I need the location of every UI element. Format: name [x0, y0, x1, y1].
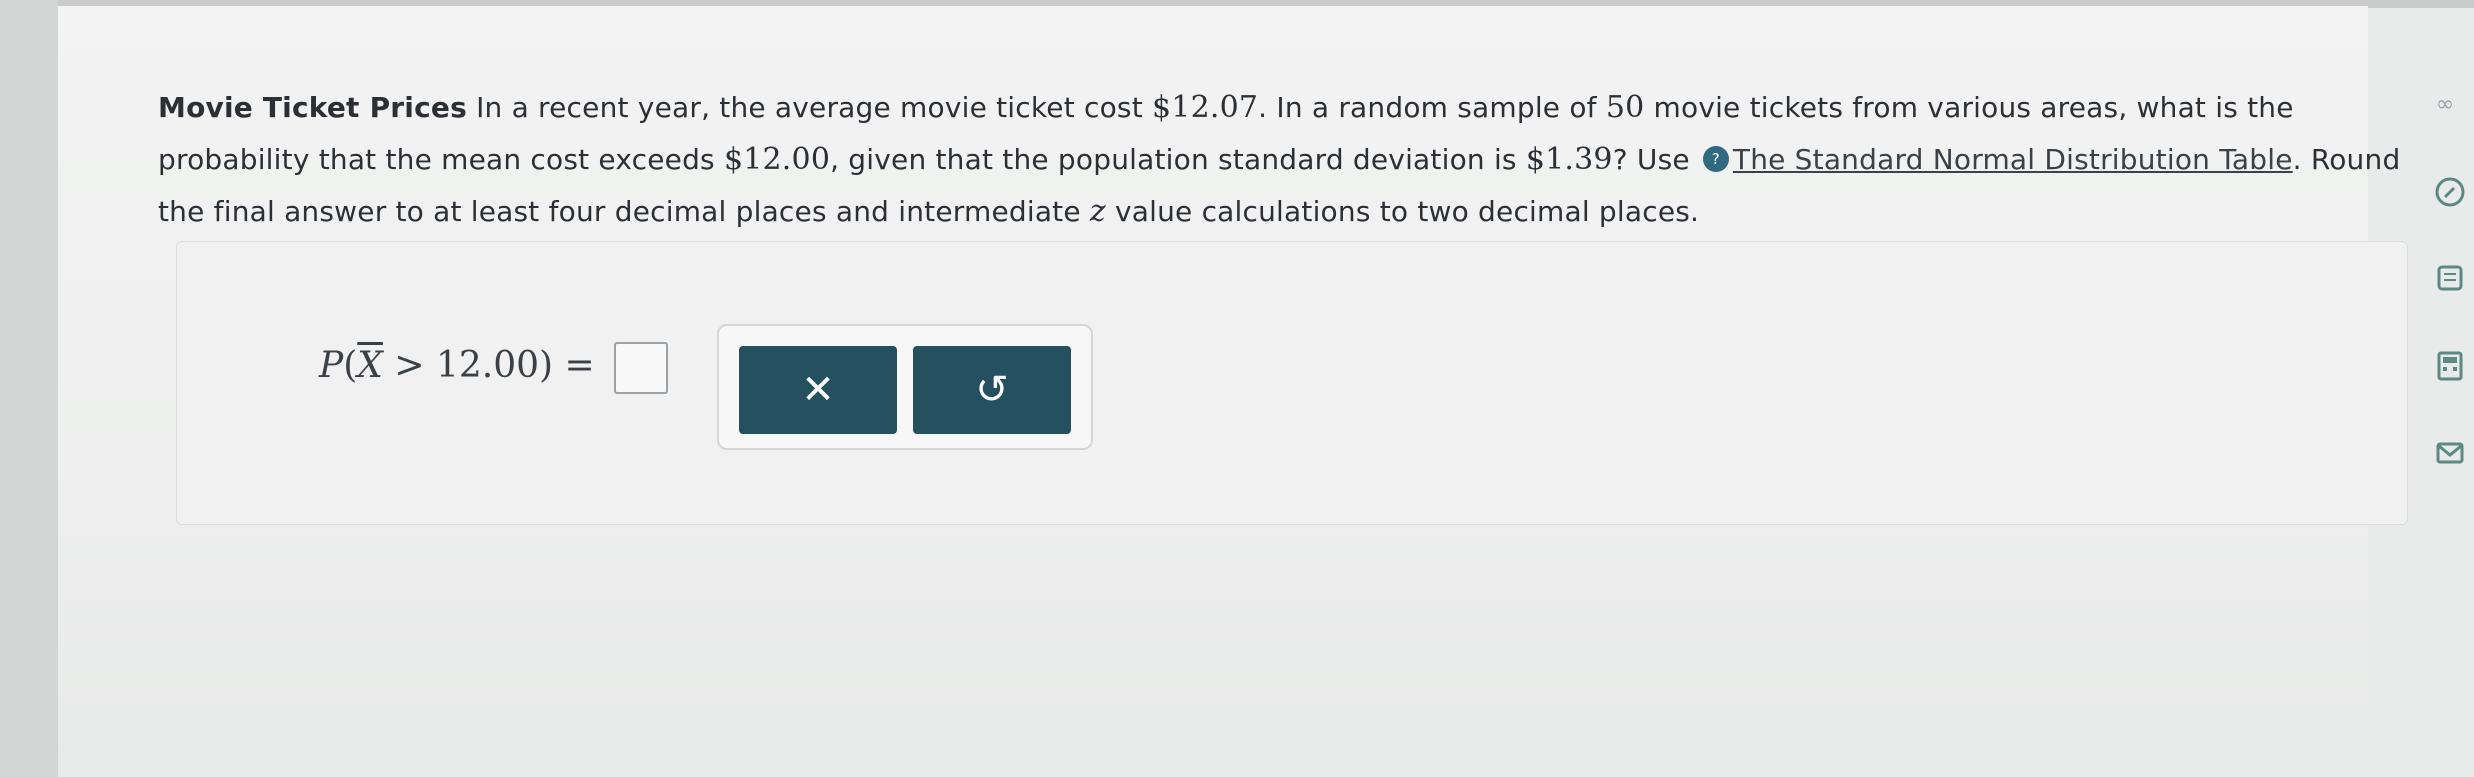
answer-area: P(X > 12.00) = ✕ ↺	[176, 241, 2408, 525]
infinity-icon[interactable]: ∞	[2425, 92, 2465, 117]
close-paren-equals: ) =	[539, 345, 595, 386]
edit-icon[interactable]	[2430, 176, 2470, 216]
question-text-part: ? Use	[1612, 143, 1699, 176]
undo-icon: ↺	[975, 367, 1009, 413]
calculator-icon[interactable]	[2430, 350, 2470, 390]
question-title: Movie Ticket Prices	[158, 91, 467, 124]
question-text-part: . In a random sample of	[1258, 91, 1606, 124]
undo-button[interactable]: ↺	[913, 346, 1071, 434]
standard-deviation: $1.39	[1525, 142, 1613, 177]
normal-table-link[interactable]: The Standard Normal Distribution Table	[1733, 143, 2293, 176]
table-help-icon[interactable]: ?	[1702, 146, 1729, 172]
comparison-text: > 12.00	[382, 345, 540, 386]
left-edge	[0, 0, 58, 777]
probability-expression: P(X > 12.00) =	[319, 342, 669, 394]
open-paren: (	[343, 345, 358, 386]
question-text-part: , given that the population standard dev…	[830, 143, 1526, 176]
question-text-part: value calculations to two decimal places…	[1105, 195, 1700, 228]
probability-symbol: P	[319, 345, 344, 386]
close-icon: ✕	[801, 367, 835, 413]
question-page: Movie Ticket Prices In a recent year, th…	[58, 6, 2408, 777]
question-text-part: In a recent year, the average movie tick…	[466, 91, 1152, 124]
average-cost: $12.07	[1152, 90, 1259, 125]
answer-input[interactable]	[614, 342, 669, 394]
sample-mean-symbol: X	[357, 345, 383, 386]
sample-size: 50	[1605, 90, 1645, 125]
mail-icon[interactable]	[2430, 437, 2470, 477]
clear-button[interactable]: ✕	[739, 346, 897, 434]
z-symbol: z	[1089, 194, 1106, 229]
book-icon[interactable]	[2430, 262, 2470, 302]
question-text: Movie Ticket Prices In a recent year, th…	[158, 82, 2418, 238]
answer-tools: ✕ ↺	[717, 324, 1093, 450]
threshold-value: $12.00	[723, 142, 831, 177]
